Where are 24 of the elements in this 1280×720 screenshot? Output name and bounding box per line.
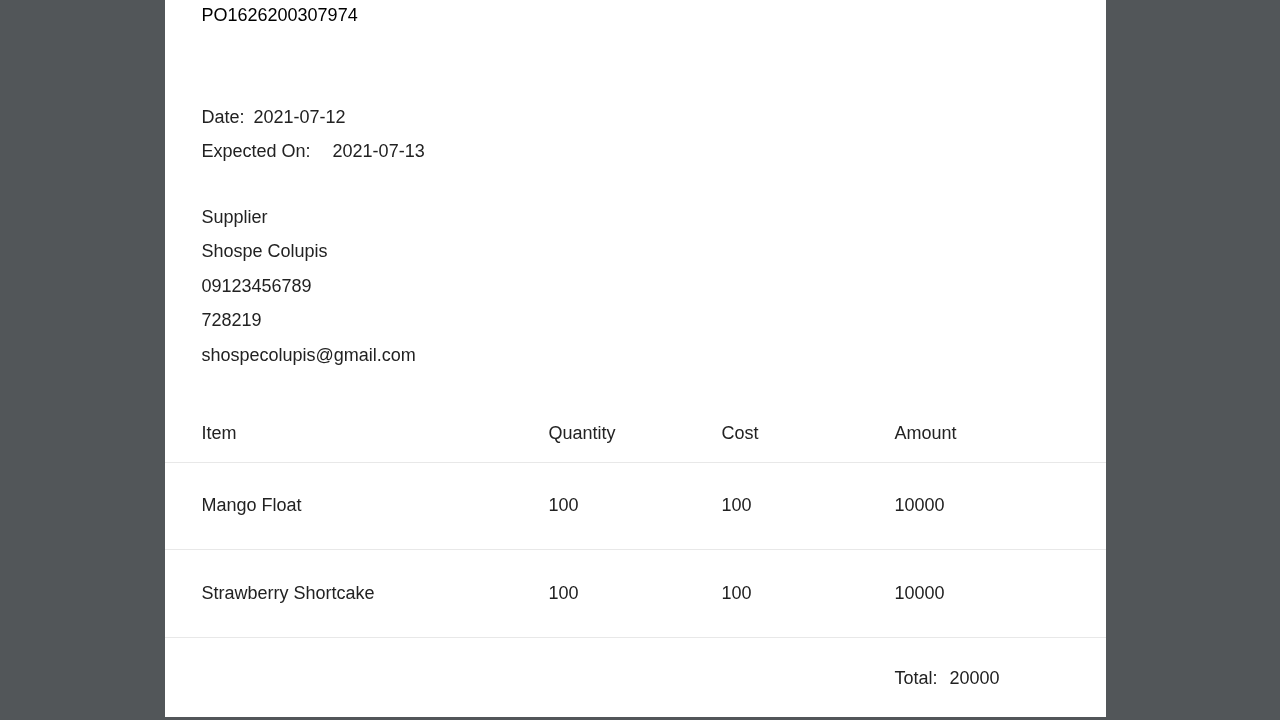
expected-label: Expected On: <box>201 141 311 163</box>
column-header: Quantity <box>548 422 616 443</box>
supplier-detail: shospecolupis@gmail.com <box>201 344 416 366</box>
supplier-detail: Shospe Colupis <box>201 241 328 263</box>
table-cell: 100 <box>548 582 579 603</box>
column-header: Cost <box>721 422 759 443</box>
column-header: Item <box>201 422 237 443</box>
total-value: 20000 <box>949 667 1000 689</box>
table-cell: Strawberry Shortcake <box>201 582 375 603</box>
date-value: 2021-07-12 <box>253 106 346 128</box>
total-label: Total: <box>894 667 938 689</box>
po-number: PO1626200307974 <box>200 4 359 26</box>
expected-value: 2021-07-13 <box>332 141 425 163</box>
supplier-heading: Supplier <box>201 206 268 228</box>
table-cell: 10000 <box>894 495 945 516</box>
table-cell: 100 <box>721 495 752 516</box>
supplier-detail: 09123456789 <box>201 275 312 297</box>
date-label: Date: <box>201 106 245 128</box>
table-cell: 100 <box>721 582 752 603</box>
column-header: Amount <box>894 422 957 443</box>
table-cell: Mango Float <box>201 495 302 516</box>
table-cell: 100 <box>548 495 579 516</box>
supplier-detail: 728219 <box>201 310 262 332</box>
table-cell: 10000 <box>894 582 945 603</box>
